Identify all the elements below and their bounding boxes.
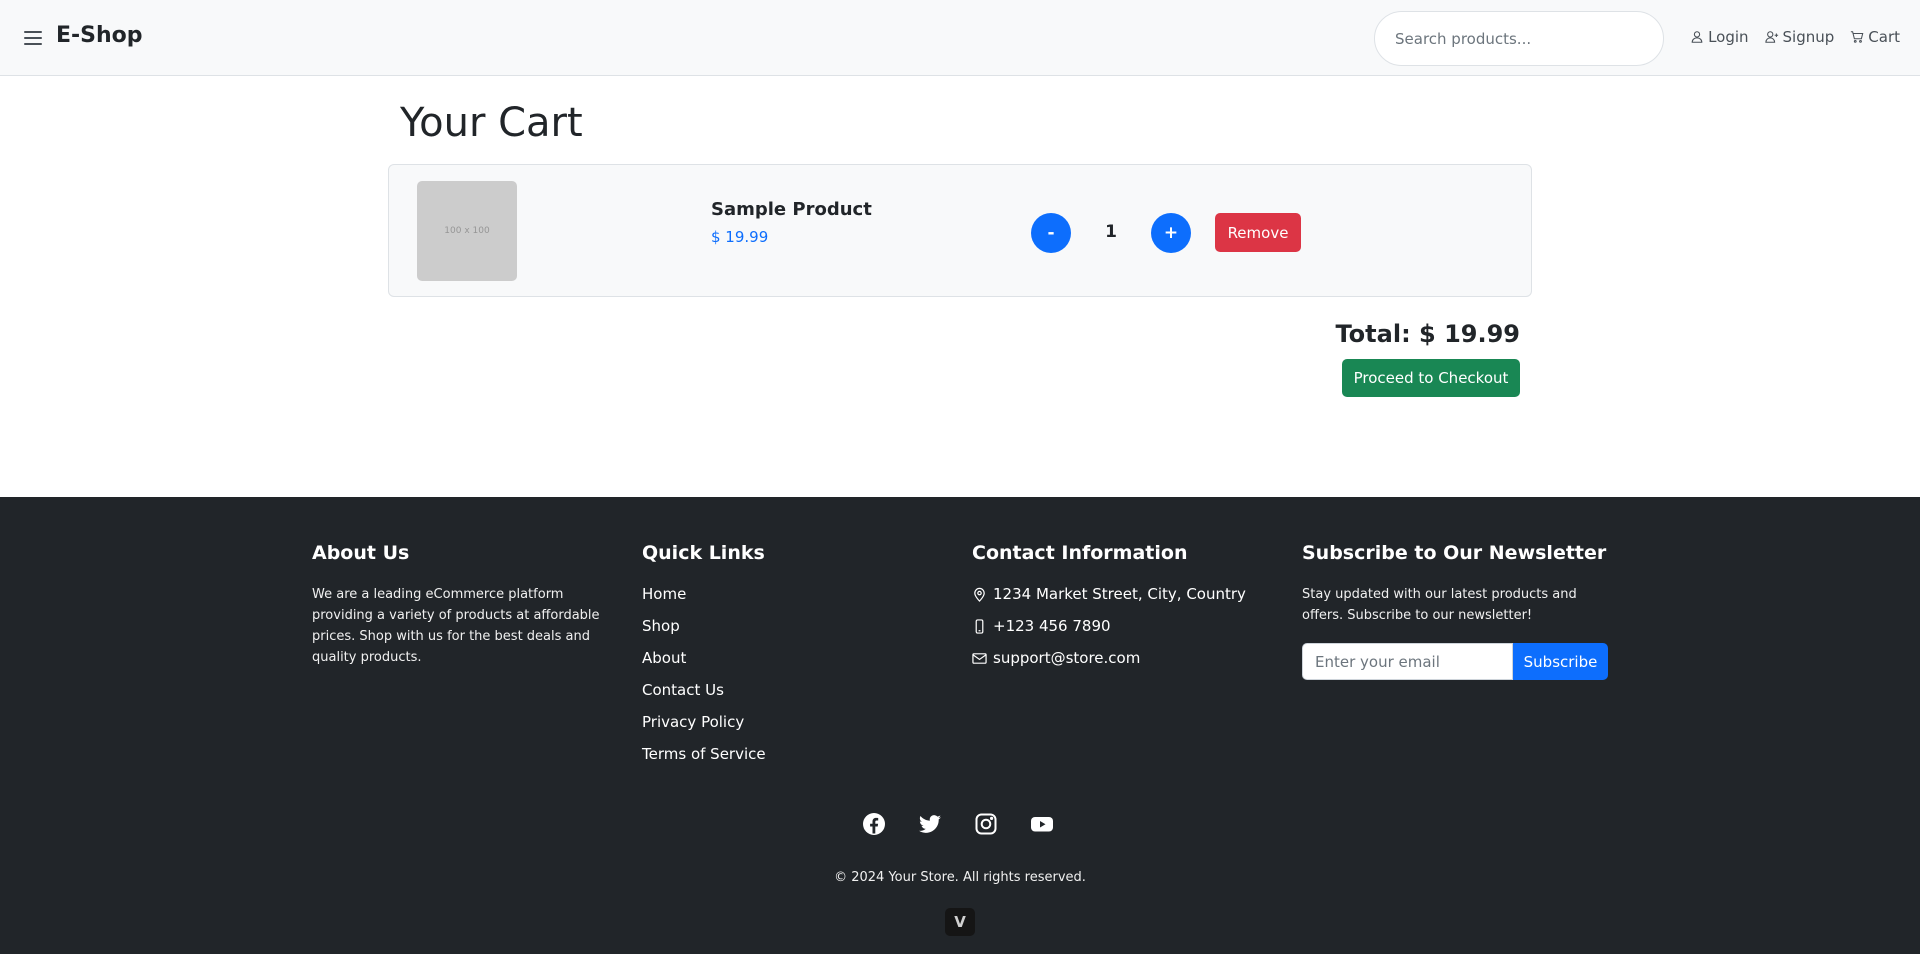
product-thumbnail: 100 x 100 xyxy=(417,181,517,281)
phone-icon xyxy=(975,619,984,634)
about-title: About Us xyxy=(312,542,410,564)
decrease-quantity-button[interactable]: - xyxy=(1031,213,1071,253)
menu-icon[interactable] xyxy=(24,30,42,46)
newsletter-form: Subscribe xyxy=(1302,643,1608,680)
quantity-value: 1 xyxy=(1105,222,1117,242)
twitter-icon[interactable] xyxy=(918,812,942,836)
cart-label: Cart xyxy=(1868,28,1900,46)
increase-quantity-button[interactable]: + xyxy=(1151,213,1191,253)
footer-link-shop[interactable]: Shop xyxy=(642,616,766,637)
quick-links-title: Quick Links xyxy=(642,542,765,564)
nav-links: Login Signup Cart xyxy=(1690,28,1900,46)
signup-link[interactable]: Signup xyxy=(1764,28,1835,46)
brand-logo[interactable]: E-Shop xyxy=(56,23,143,48)
person-add-icon xyxy=(1764,31,1778,43)
footer-link-home[interactable]: Home xyxy=(642,584,766,605)
email-text[interactable]: support@store.com xyxy=(993,648,1140,669)
subscribe-button[interactable]: Subscribe xyxy=(1513,643,1608,680)
footer-link-terms[interactable]: Terms of Service xyxy=(642,744,766,765)
navbar: E-Shop Login Signup Cart xyxy=(0,0,1920,76)
login-label: Login xyxy=(1708,28,1749,46)
newsletter-email-input[interactable] xyxy=(1302,643,1513,680)
footer-contact: Contact Information 1234 Market Street, … xyxy=(972,542,1246,680)
contact-phone: +123 456 7890 xyxy=(972,616,1246,637)
instagram-icon[interactable] xyxy=(974,812,998,836)
footer-quick-links: Quick Links Home Shop About Contact Us P… xyxy=(642,542,766,776)
product-price: $ 19.99 xyxy=(711,228,769,246)
facebook-icon[interactable] xyxy=(862,812,886,836)
v-badge-icon[interactable]: V xyxy=(945,908,975,936)
footer-link-about[interactable]: About xyxy=(642,648,766,669)
cart-total: Total: $ 19.99 xyxy=(1335,320,1521,348)
footer-about: About Us We are a leading eCommerce plat… xyxy=(312,542,602,668)
footer-link-privacy[interactable]: Privacy Policy xyxy=(642,712,766,733)
cart-item: 100 x 100 Sample Product $ 19.99 - 1 + R… xyxy=(388,164,1532,297)
contact-email: support@store.com xyxy=(972,648,1246,669)
contact-address: 1234 Market Street, City, Country xyxy=(972,584,1246,605)
remove-button[interactable]: Remove xyxy=(1215,213,1301,252)
address-text: 1234 Market Street, City, Country xyxy=(993,585,1246,603)
social-links xyxy=(862,812,1054,836)
footer-link-contact[interactable]: Contact Us xyxy=(642,680,766,701)
about-text: We are a leading eCommerce platform prov… xyxy=(312,587,600,665)
login-link[interactable]: Login xyxy=(1690,28,1749,46)
copyright-text: © 2024 Your Store. All rights reserved. xyxy=(834,870,1086,885)
signup-label: Signup xyxy=(1782,28,1835,46)
page-title: Your Cart xyxy=(400,100,583,146)
cart-link[interactable]: Cart xyxy=(1850,28,1900,46)
checkout-button[interactable]: Proceed to Checkout xyxy=(1342,359,1520,397)
search-input[interactable] xyxy=(1374,11,1664,66)
newsletter-title: Subscribe to Our Newsletter xyxy=(1302,542,1607,564)
youtube-icon[interactable] xyxy=(1030,812,1054,836)
contact-title: Contact Information xyxy=(972,542,1188,564)
location-icon xyxy=(974,587,985,602)
product-name: Sample Product xyxy=(711,199,872,220)
newsletter-text: Stay updated with our latest products an… xyxy=(1302,587,1577,623)
envelope-icon xyxy=(972,653,987,664)
footer: About Us We are a leading eCommerce plat… xyxy=(0,497,1920,954)
person-icon xyxy=(1691,31,1703,43)
footer-newsletter: Subscribe to Our Newsletter Stay updated… xyxy=(1302,542,1608,680)
cart-icon xyxy=(1851,31,1864,43)
phone-text: +123 456 7890 xyxy=(993,617,1111,635)
